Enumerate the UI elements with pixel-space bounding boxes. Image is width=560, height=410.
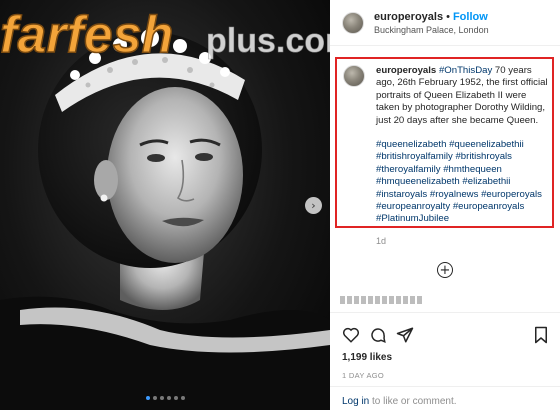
hashtag-link[interactable]: #queenelizabeth	[376, 139, 446, 150]
login-link[interactable]: Log in	[342, 396, 369, 407]
carousel-dot[interactable]	[146, 396, 150, 400]
carousel-dot[interactable]	[153, 396, 157, 400]
post-photo[interactable]: farfesh plus.com ›	[0, 0, 330, 410]
hashtag-link[interactable]: #hmthequeen	[443, 164, 502, 175]
share-icon[interactable]	[396, 326, 414, 344]
carousel-dot[interactable]	[160, 396, 164, 400]
hashtag-link[interactable]: #britishroyals	[455, 151, 512, 162]
hashtag-link[interactable]: #britishroyalfamily	[376, 151, 453, 162]
post-header: europeroyals • Follow Buckingham Palace, L…	[330, 0, 560, 46]
location-link[interactable]: Buckingham Palace, London	[374, 25, 489, 35]
header-username[interactable]: europeroyals	[374, 11, 443, 23]
hashtag-link[interactable]: #europeanroyals	[453, 201, 524, 212]
avatar[interactable]	[342, 12, 364, 34]
login-footer: Log in to like or comment.	[330, 386, 560, 410]
caption-hashtag-lead[interactable]: #OnThisDay	[439, 65, 492, 76]
action-bar	[330, 312, 560, 352]
post-date: 1 DAY AGO	[342, 371, 385, 380]
hashtag-link[interactable]: #instaroyals	[376, 189, 427, 200]
comment-icon[interactable]	[369, 326, 387, 344]
caption-time[interactable]: 1d	[376, 236, 386, 246]
carousel-dot[interactable]	[167, 396, 171, 400]
post-side-panel: europeroyals • Follow Buckingham Palace, L…	[330, 0, 560, 410]
footer-text: to like or comment.	[369, 396, 457, 407]
carousel-dot[interactable]	[174, 396, 178, 400]
hashtag-link[interactable]: #royalnews	[430, 189, 479, 200]
hashtag-link[interactable]: #theroyalfamily	[376, 164, 441, 175]
likes-count[interactable]: 1,199 likes	[342, 352, 392, 363]
hashtag-link[interactable]: #PlatinumJubilee	[376, 213, 449, 224]
heart-icon[interactable]	[342, 326, 360, 344]
caption-highlight: europeroyals #OnThisDay 70 years ago, 26…	[335, 57, 554, 228]
hashtag-link[interactable]: #europeanroyalty	[376, 201, 450, 212]
queen-portrait	[0, 29, 330, 410]
hashtag-link[interactable]: #elizabethii	[462, 176, 510, 187]
follow-button[interactable]: Follow	[453, 11, 488, 23]
header-line: europeroyals • Follow	[374, 11, 488, 23]
hashtag-link[interactable]: #hmqueenelizabeth	[376, 176, 460, 187]
bookmark-icon[interactable]	[532, 326, 550, 344]
hashtag-link[interactable]: #queenelizabethii	[449, 139, 524, 150]
plus-circle-icon[interactable]: +	[437, 262, 453, 278]
header-separator: •	[446, 11, 450, 23]
chevron-right-icon[interactable]: ›	[305, 197, 322, 214]
avatar[interactable]	[343, 65, 365, 87]
caption-username[interactable]: europeroyals	[376, 65, 436, 76]
caption-text: europeroyals #OnThisDay 70 years ago, 26…	[376, 65, 550, 226]
hashtag-link[interactable]: #europeroyals	[481, 189, 542, 200]
carousel-dots	[146, 396, 185, 400]
blurred-comment	[340, 296, 422, 304]
carousel-dot[interactable]	[181, 396, 185, 400]
hashtag-list: #queenelizabeth #queenelizabethii #briti…	[376, 139, 550, 226]
